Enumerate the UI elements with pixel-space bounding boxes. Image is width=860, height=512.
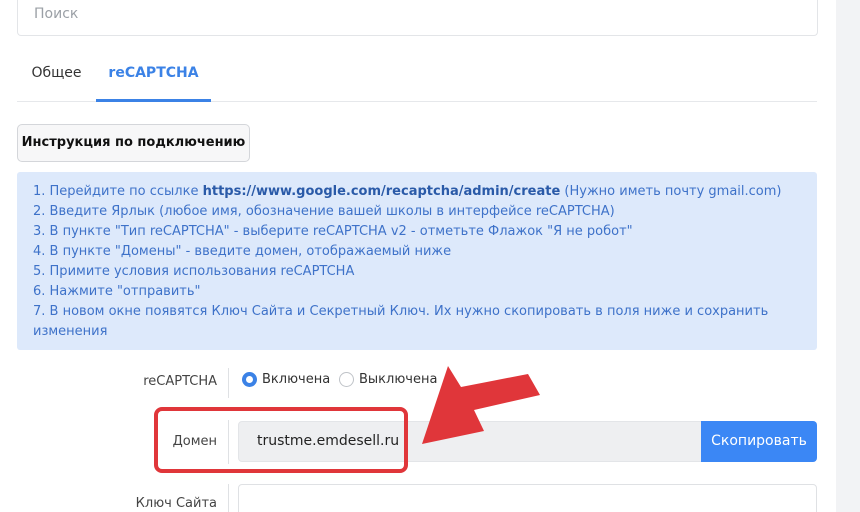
- annotation-arrow-icon: [422, 366, 540, 444]
